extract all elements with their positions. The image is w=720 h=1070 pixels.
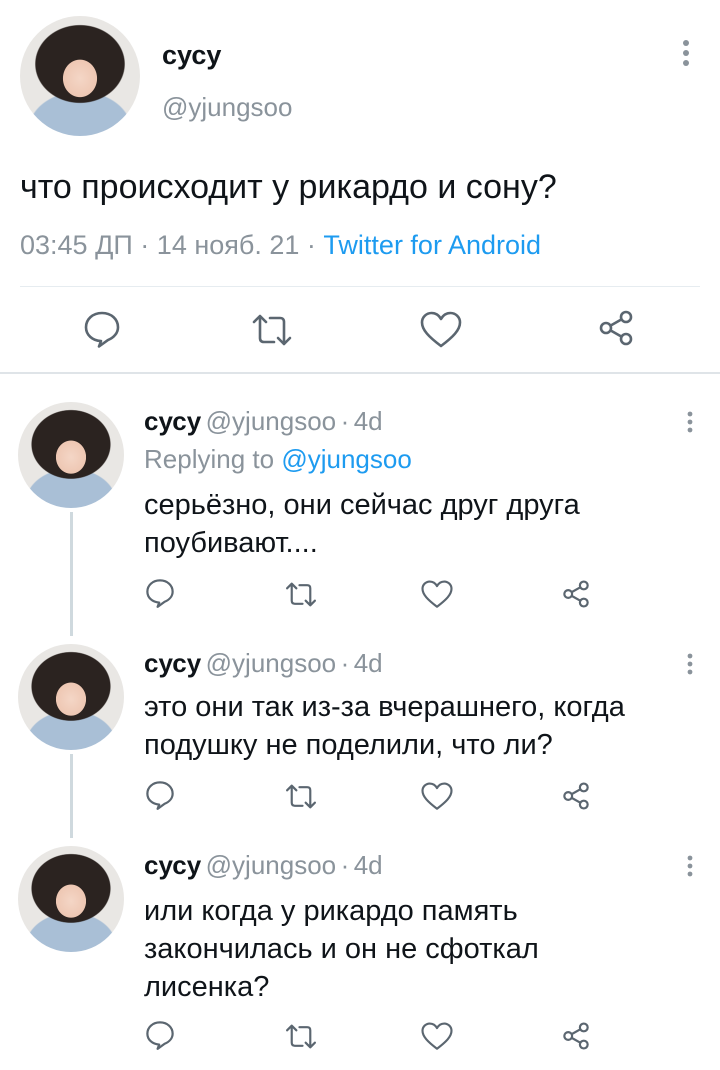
- author-handle[interactable]: @yjungsoo: [162, 92, 292, 123]
- reply-author-name[interactable]: сусу: [144, 850, 201, 880]
- reply-author-handle[interactable]: @yjungsoo: [206, 648, 336, 678]
- meta-dot: ·: [340, 406, 350, 436]
- reply-text-line: серьёзно, они сейчас друг друга: [144, 489, 580, 521]
- reply-header: сусу @yjungsoo · 4d: [144, 648, 383, 679]
- share-icon[interactable]: [598, 310, 634, 346]
- thread-line: [70, 754, 73, 838]
- meta-dot: ·: [306, 230, 316, 260]
- like-icon[interactable]: [420, 782, 454, 811]
- reply-age: 4d: [353, 850, 383, 880]
- reply-text-line: подушку не поделили, что ли?: [144, 729, 553, 761]
- like-icon[interactable]: [420, 1022, 454, 1051]
- reply-age: 4d: [353, 406, 383, 436]
- reply-author-name[interactable]: сусу: [144, 406, 201, 436]
- retweet-icon[interactable]: [284, 582, 318, 607]
- tweet-time: 03:45 ДП: [20, 230, 133, 260]
- reply-text-line: закончилась и он не сфоткал: [144, 933, 539, 965]
- retweet-icon[interactable]: [250, 314, 294, 346]
- like-icon[interactable]: [419, 311, 463, 349]
- reply-text: или когда у рикардо память закончилась и…: [144, 892, 539, 1006]
- meta-dot: ·: [340, 850, 350, 880]
- avatar[interactable]: [18, 846, 124, 952]
- retweet-icon[interactable]: [284, 1024, 318, 1049]
- share-icon[interactable]: [562, 782, 590, 810]
- tweet-source-link[interactable]: Twitter for Android: [323, 230, 541, 260]
- reply-author-handle[interactable]: @yjungsoo: [206, 850, 336, 880]
- reply-text: серьёзно, они сейчас друг друга поубиваю…: [144, 486, 580, 562]
- more-icon[interactable]: [682, 854, 698, 878]
- retweet-icon[interactable]: [284, 784, 318, 809]
- tweet-date: 14 нояб. 21: [156, 230, 300, 260]
- share-icon[interactable]: [562, 580, 590, 608]
- reply-icon[interactable]: [144, 780, 176, 810]
- reply-icon[interactable]: [82, 310, 122, 348]
- tweet-meta: 03:45 ДП · 14 нояб. 21 · Twitter for And…: [20, 230, 541, 261]
- reply-text-line: лисенка?: [144, 971, 270, 1003]
- avatar[interactable]: [20, 16, 140, 136]
- author-name[interactable]: сусу: [162, 40, 221, 71]
- reply-icon[interactable]: [144, 578, 176, 608]
- meta-dot: ·: [140, 230, 150, 260]
- like-icon[interactable]: [420, 580, 454, 609]
- replying-to-handle-link[interactable]: @yjungsoo: [281, 444, 411, 474]
- avatar[interactable]: [18, 644, 124, 750]
- reply-age: 4d: [353, 648, 383, 678]
- reply-text-line: или когда у рикардо память: [144, 895, 518, 927]
- thread-line: [70, 512, 73, 636]
- more-icon[interactable]: [676, 38, 696, 68]
- more-icon[interactable]: [682, 410, 698, 434]
- more-icon[interactable]: [682, 652, 698, 676]
- meta-dot: ·: [340, 648, 350, 678]
- reply-text: это они так из-за вчерашнего, когда поду…: [144, 688, 625, 764]
- reply-icon[interactable]: [144, 1020, 176, 1050]
- reply-author-handle[interactable]: @yjungsoo: [206, 406, 336, 436]
- tweet-text: что происходит у рикардо и сону?: [20, 168, 557, 206]
- replying-to-label: Replying to: [144, 444, 275, 474]
- section-divider: [0, 372, 720, 374]
- reply-text-line: это они так из-за вчерашнего, когда: [144, 691, 625, 723]
- avatar[interactable]: [18, 402, 124, 508]
- reply-author-name[interactable]: сусу: [144, 648, 201, 678]
- share-icon[interactable]: [562, 1022, 590, 1050]
- reply-text-line: поубивают....: [144, 527, 318, 559]
- reply-header: сусу @yjungsoo · 4d: [144, 850, 383, 881]
- reply-header: сусу @yjungsoo · 4d: [144, 406, 383, 437]
- replying-to: Replying to @yjungsoo: [144, 444, 412, 475]
- divider: [20, 286, 700, 287]
